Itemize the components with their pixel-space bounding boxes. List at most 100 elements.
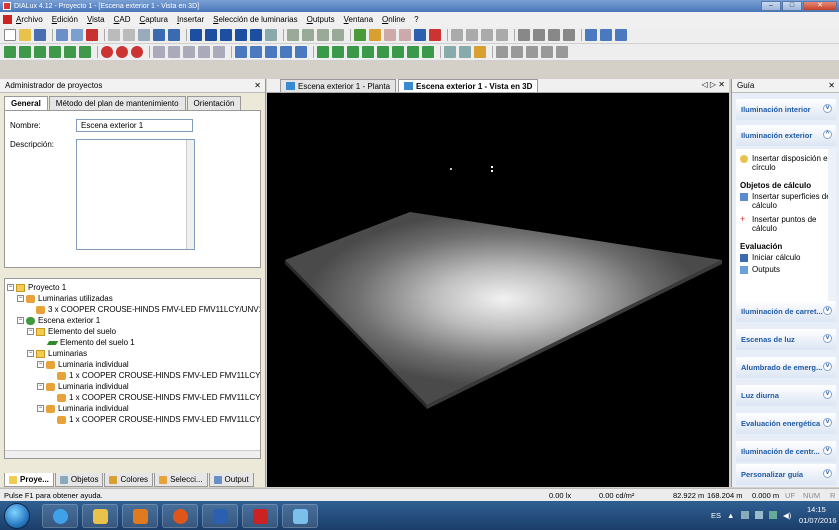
tree-horizontal-scrollbar[interactable]: [5, 450, 260, 458]
guide-section-centers[interactable]: Iluminación de centr... v: [736, 441, 836, 462]
calc-icon[interactable]: [414, 29, 426, 41]
menu-vista[interactable]: Vista: [87, 15, 105, 24]
tab-project[interactable]: Proye...: [4, 473, 54, 487]
fly-icon[interactable]: [295, 46, 307, 58]
guide-section-customize[interactable]: Personalizar guía v: [736, 464, 836, 485]
close-panel-icon[interactable]: ✕: [828, 79, 835, 93]
zoom-in-icon[interactable]: [153, 46, 165, 58]
line-icon[interactable]: [496, 46, 508, 58]
tab-objects[interactable]: Objetos: [54, 473, 104, 487]
view-3d-icon[interactable]: [4, 46, 16, 58]
panel-splitter[interactable]: [0, 268, 265, 278]
description-scrollbar[interactable]: [186, 140, 194, 249]
taskbar-firefox[interactable]: [162, 504, 198, 528]
print-preview-icon[interactable]: [71, 29, 83, 41]
chevron-down-icon[interactable]: v: [823, 104, 832, 113]
start-button[interactable]: [4, 503, 30, 529]
tree-item[interactable]: 3 x COOPER CROUSE-HINDS FMV-LED FMV11LCY…: [36, 304, 260, 315]
menu-help[interactable]: ?: [414, 15, 418, 24]
grid-icon[interactable]: [451, 29, 463, 41]
guide-item-circle-layout[interactable]: Insertar disposición en círculo: [740, 154, 836, 172]
zoom-fit-icon[interactable]: [183, 46, 195, 58]
distribute-icon[interactable]: [332, 29, 344, 41]
layer-icon[interactable]: [265, 29, 277, 41]
stop-calc-icon[interactable]: [429, 29, 441, 41]
close-button[interactable]: ✕: [803, 1, 837, 11]
menu-outputs[interactable]: Outputs: [307, 15, 335, 24]
3d-viewport[interactable]: [267, 93, 729, 487]
collapse-icon[interactable]: −: [37, 405, 44, 412]
select-icon[interactable]: [235, 46, 247, 58]
guide-item-calc-surface[interactable]: Insertar superficies de cálculo: [740, 192, 836, 210]
object-cylinder-icon[interactable]: [392, 46, 404, 58]
tree-item[interactable]: − Luminaria individual: [37, 403, 129, 414]
menu-seleccion-luminarias[interactable]: Selección de luminarias: [213, 15, 298, 24]
network-icon[interactable]: [741, 511, 749, 519]
guide-section-emergency[interactable]: Alumbrado de emerg... v: [736, 357, 836, 378]
taskbar-paint[interactable]: [282, 504, 318, 528]
tree-item[interactable]: − Luminaria individual: [37, 359, 129, 370]
clock-time[interactable]: 14:15: [807, 505, 826, 514]
polyline-icon[interactable]: [511, 46, 523, 58]
chevron-down-icon[interactable]: v: [823, 334, 832, 343]
battery-icon[interactable]: [769, 511, 777, 519]
window-tile-icon[interactable]: [585, 29, 597, 41]
luminaire-lamp-icon[interactable]: [369, 29, 381, 41]
menu-insertar[interactable]: Insertar: [177, 15, 204, 24]
tree-item[interactable]: 1 x COOPER CROUSE-HINDS FMV-LED FMV11LCY…: [57, 414, 260, 425]
ruler-icon[interactable]: [481, 29, 493, 41]
chevron-down-icon[interactable]: v: [823, 362, 832, 371]
dialux-app-icon[interactable]: [3, 2, 11, 10]
zoom-window-icon[interactable]: [198, 46, 210, 58]
luminaire-marker[interactable]: [491, 170, 493, 172]
taskbar-word[interactable]: [202, 504, 238, 528]
view-front-icon[interactable]: [34, 46, 46, 58]
collapse-icon[interactable]: −: [37, 383, 44, 390]
render-red-icon[interactable]: [101, 46, 113, 58]
guide-section-exterior[interactable]: Iluminación exterior ^: [736, 125, 836, 146]
chevron-down-icon[interactable]: v: [823, 390, 832, 399]
name-input[interactable]: [76, 119, 193, 132]
color-icon[interactable]: [459, 46, 471, 58]
taskbar-dialux[interactable]: [242, 504, 278, 528]
close-panel-icon[interactable]: ✕: [254, 79, 261, 93]
collapse-icon[interactable]: −: [7, 284, 14, 291]
save-icon[interactable]: [34, 29, 46, 41]
menu-online[interactable]: Online: [382, 15, 405, 24]
guide-scrollbar[interactable]: [828, 149, 836, 307]
tree-item[interactable]: − Proyecto 1: [7, 282, 66, 293]
guide-item-calc-points[interactable]: + Insertar puntos de cálculo: [740, 215, 836, 234]
room-icon[interactable]: [190, 29, 202, 41]
mirror-icon[interactable]: [302, 29, 314, 41]
guide-item-outputs[interactable]: Outputs: [740, 265, 780, 274]
object-floor-icon[interactable]: [317, 46, 329, 58]
align-icon[interactable]: [317, 29, 329, 41]
light-scene-icon[interactable]: [384, 29, 396, 41]
object-tree-icon[interactable]: [422, 46, 434, 58]
output-graph-icon[interactable]: [548, 29, 560, 41]
tree-item[interactable]: − Luminarias utilizadas: [17, 293, 113, 304]
tab-colors[interactable]: Colores: [104, 473, 154, 487]
output-table-icon[interactable]: [518, 29, 530, 41]
show-hidden-icons[interactable]: ▲: [727, 511, 734, 520]
guide-section-light-scenes[interactable]: Escenas de luz v: [736, 329, 836, 350]
guide-section-daylight[interactable]: Luz diurna v: [736, 385, 836, 406]
minimize-button[interactable]: –: [761, 1, 781, 11]
chevron-down-icon[interactable]: v: [823, 418, 832, 427]
pan-icon[interactable]: [213, 46, 225, 58]
document-icon[interactable]: [3, 15, 12, 24]
daylight-icon[interactable]: [399, 29, 411, 41]
measure-icon[interactable]: [496, 29, 508, 41]
collapse-icon[interactable]: −: [37, 361, 44, 368]
object-table-icon[interactable]: [362, 46, 374, 58]
texture-icon[interactable]: [444, 46, 456, 58]
tree-item[interactable]: − Elemento del suelo: [27, 326, 116, 337]
tab-maintenance-plan[interactable]: Método del plan de mantenimiento: [48, 96, 186, 110]
menu-edicion[interactable]: Edición: [52, 15, 78, 24]
rotate-icon[interactable]: [287, 29, 299, 41]
luminaire-marker[interactable]: [450, 168, 452, 170]
orbit-icon[interactable]: [265, 46, 277, 58]
collapse-icon[interactable]: −: [17, 295, 24, 302]
tab-3d-view[interactable]: Escena exterior 1 - Vista en 3D: [398, 79, 539, 92]
object-ceiling-icon[interactable]: [347, 46, 359, 58]
